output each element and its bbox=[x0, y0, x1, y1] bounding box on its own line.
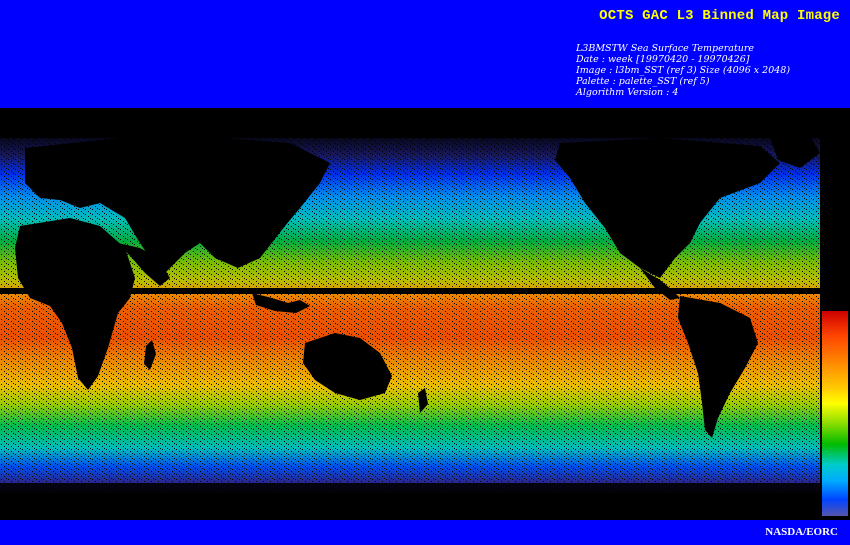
meta-product: L3BMSTW Sea Surface Temperature bbox=[576, 43, 755, 54]
meta-palette: Palette : palette_SST (ref 5) bbox=[576, 76, 710, 87]
colorbar bbox=[822, 311, 848, 516]
sst-map bbox=[0, 108, 850, 520]
meta-image: Image : l3bm_SST (ref 3) Size (4096 x 20… bbox=[576, 65, 791, 76]
meta-date: Date : week [19970420 - 19970426] bbox=[576, 54, 750, 65]
credit-label: NASDA/EORC bbox=[765, 526, 838, 538]
meta-algorithm: Algorithm Version : 4 bbox=[576, 87, 679, 98]
antarctica bbox=[0, 493, 850, 520]
header-banner: OCTS GAC L3 Binned Map Image L3BMSTW Sea… bbox=[0, 0, 850, 108]
footer-banner: NASDA/EORC bbox=[0, 520, 850, 545]
north-polar-nodata bbox=[0, 108, 850, 138]
sst-map-svg bbox=[0, 108, 850, 520]
map-title: OCTS GAC L3 Binned Map Image bbox=[599, 8, 840, 24]
metadata-block: L3BMSTW Sea Surface Temperature Date : w… bbox=[576, 43, 790, 98]
